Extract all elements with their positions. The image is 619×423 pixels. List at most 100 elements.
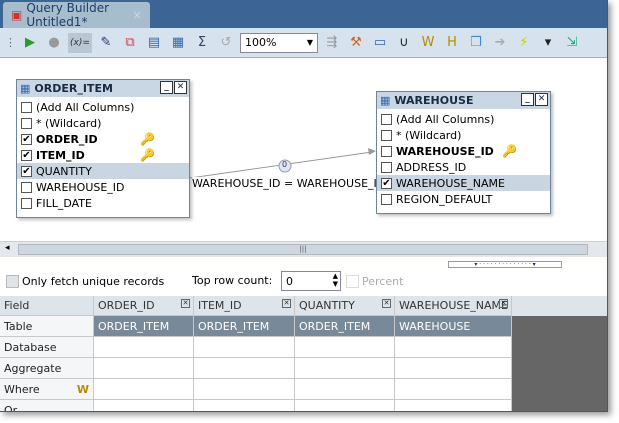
grid-cell[interactable]: WAREHOUSE [395, 316, 512, 337]
column-checkbox[interactable] [381, 129, 392, 141]
reset-icon[interactable]: ↺ [216, 33, 236, 53]
unique-records-checkbox[interactable] [6, 275, 19, 288]
diagram-canvas[interactable]: 0 WAREHOUSE_ID = WAREHOUSE_ID ▦ ORDER_ITE… [0, 58, 607, 241]
column-item[interactable]: REGION_DEFAULT [377, 191, 550, 207]
grid-cell[interactable] [194, 358, 295, 379]
percent-checkbox[interactable] [346, 275, 359, 288]
remove-column-icon[interactable]: ✕ [282, 299, 291, 308]
grid-cell[interactable] [295, 379, 395, 400]
column-item[interactable]: * (Wildcard) [377, 127, 550, 143]
column-checkbox[interactable] [21, 181, 32, 193]
grid-cell[interactable] [94, 400, 194, 411]
column-header[interactable]: ORDER_ID ✕ [94, 296, 194, 316]
column-header[interactable]: WAREHOUSE_NAME ✕ [395, 296, 512, 316]
scroll-left-icon[interactable]: ◂ [5, 243, 10, 253]
grid-cell[interactable]: ORDER_ITEM [295, 316, 395, 337]
union-icon[interactable]: ∪ [394, 33, 414, 53]
remove-column-icon[interactable]: ✕ [499, 299, 508, 308]
column-checkbox[interactable] [21, 197, 32, 209]
column-header[interactable]: ITEM_ID ✕ [194, 296, 295, 316]
top-row-count-input[interactable]: 0 ▲ ▼ [281, 271, 341, 291]
percent-label: Percent [362, 275, 404, 288]
close-tab-button[interactable]: × [132, 8, 142, 22]
join-condition-label[interactable]: WAREHOUSE_ID = WAREHOUSE_ID [192, 177, 386, 190]
column-checkbox[interactable]: ✔ [21, 165, 32, 177]
column-checkbox[interactable]: ✔ [381, 177, 392, 189]
table-icon[interactable]: ▦ [168, 33, 188, 53]
column-checkbox[interactable] [381, 145, 392, 157]
table-header[interactable]: ▦ ORDER_ITEM _ ✕ [17, 80, 189, 97]
diagram-icon[interactable]: ⧉ [120, 33, 140, 53]
minimize-button[interactable]: _ [521, 93, 534, 106]
column-item[interactable]: ✔ ITEM_ID 🔑 [17, 147, 189, 163]
sum-icon[interactable]: Σ [192, 33, 212, 53]
column-item[interactable]: WAREHOUSE_ID [17, 179, 189, 195]
column-item[interactable]: ✔ QUANTITY [17, 163, 189, 179]
grid-header-filler [512, 296, 607, 316]
stop-icon[interactable]: ● [44, 33, 64, 53]
column-checkbox[interactable] [21, 101, 32, 113]
tab-bar: ▣ Query Builder Untitled1* × [0, 0, 607, 29]
column-checkbox[interactable] [381, 193, 392, 205]
grid-cell[interactable] [395, 379, 512, 400]
grid-cell[interactable] [194, 400, 295, 411]
column-item[interactable]: (Add All Columns) [17, 99, 189, 115]
close-button[interactable]: ✕ [535, 93, 548, 106]
column-header[interactable]: QUANTITY ✕ [295, 296, 395, 316]
grid-cell[interactable] [295, 337, 395, 358]
remove-column-icon[interactable]: ✕ [382, 299, 391, 308]
grid-cell[interactable] [194, 379, 295, 400]
column-item[interactable]: FILL_DATE [17, 195, 189, 211]
column-item[interactable]: * (Wildcard) [17, 115, 189, 131]
scrollbar-thumb[interactable]: ||| [18, 244, 588, 255]
forward-icon[interactable]: ➔ [490, 33, 510, 53]
grid-cell[interactable] [194, 337, 295, 358]
grid-cell[interactable] [295, 358, 395, 379]
edit-sql-icon[interactable]: ✎ [96, 33, 116, 53]
primary-key-icon: 🔑 [140, 148, 155, 162]
refresh-icon[interactable]: ⚡ [514, 33, 534, 53]
column-item[interactable]: ✔ WAREHOUSE_NAME [377, 175, 550, 191]
zoom-select[interactable]: 100% ▼ [240, 32, 318, 53]
grid-cell[interactable] [94, 337, 194, 358]
grid-cell[interactable]: ORDER_ITEM [94, 316, 194, 337]
more-icon[interactable]: ▾ [538, 33, 558, 53]
grid-cell[interactable] [395, 400, 512, 411]
export-icon[interactable]: ⇲ [562, 33, 582, 53]
properties-icon[interactable]: ▤ [144, 33, 164, 53]
tab-query-builder[interactable]: ▣ Query Builder Untitled1* × [3, 1, 150, 29]
column-item[interactable]: (Add All Columns) [377, 111, 550, 127]
objects-icon[interactable]: ❒ [466, 33, 486, 53]
column-checkbox[interactable] [381, 161, 392, 173]
column-checkbox[interactable] [381, 113, 392, 125]
remove-column-icon[interactable]: ✕ [181, 299, 190, 308]
horizontal-scrollbar[interactable]: ◂ ||| [0, 241, 607, 257]
column-checkbox[interactable]: ✔ [21, 149, 32, 161]
column-item[interactable]: WAREHOUSE_ID 🔑 [377, 143, 550, 159]
arrange-icon[interactable]: ⇶ [322, 33, 342, 53]
table-order-item[interactable]: ▦ ORDER_ITEM _ ✕ (Add All Columns) * (Wildcar… [16, 79, 190, 218]
close-button[interactable]: ✕ [174, 81, 187, 94]
grid-cell[interactable] [395, 358, 512, 379]
select-icon[interactable]: ▭ [370, 33, 390, 53]
where-icon[interactable]: W [418, 33, 438, 53]
table-warehouse[interactable]: ▦ WAREHOUSE _ ✕ (Add All Columns) * (Wildcard… [376, 91, 551, 214]
run-icon[interactable]: ▶ [20, 33, 40, 53]
grid-cell[interactable] [295, 400, 395, 411]
spinner-icon[interactable]: ▲ ▼ [333, 272, 338, 288]
splitter-handle[interactable]: ▾ · · · · · · · · · · · · · · ▾ [448, 261, 562, 268]
variables-icon[interactable]: (x)= [68, 32, 92, 53]
grid-cell[interactable]: ORDER_ITEM [194, 316, 295, 337]
minimize-button[interactable]: _ [160, 81, 173, 94]
column-item[interactable]: ADDRESS_ID [377, 159, 550, 175]
where-builder-icon[interactable]: W [77, 383, 89, 396]
grid-cell[interactable] [94, 379, 194, 400]
column-item[interactable]: ✔ ORDER_ID 🔑 [17, 131, 189, 147]
grid-cell[interactable] [395, 337, 512, 358]
tools-icon[interactable]: ⚒ [346, 33, 366, 53]
column-checkbox[interactable]: ✔ [21, 133, 32, 145]
table-header[interactable]: ▦ WAREHOUSE _ ✕ [377, 92, 550, 109]
having-icon[interactable]: H [442, 33, 462, 53]
column-checkbox[interactable] [21, 117, 32, 129]
grid-cell[interactable] [94, 358, 194, 379]
